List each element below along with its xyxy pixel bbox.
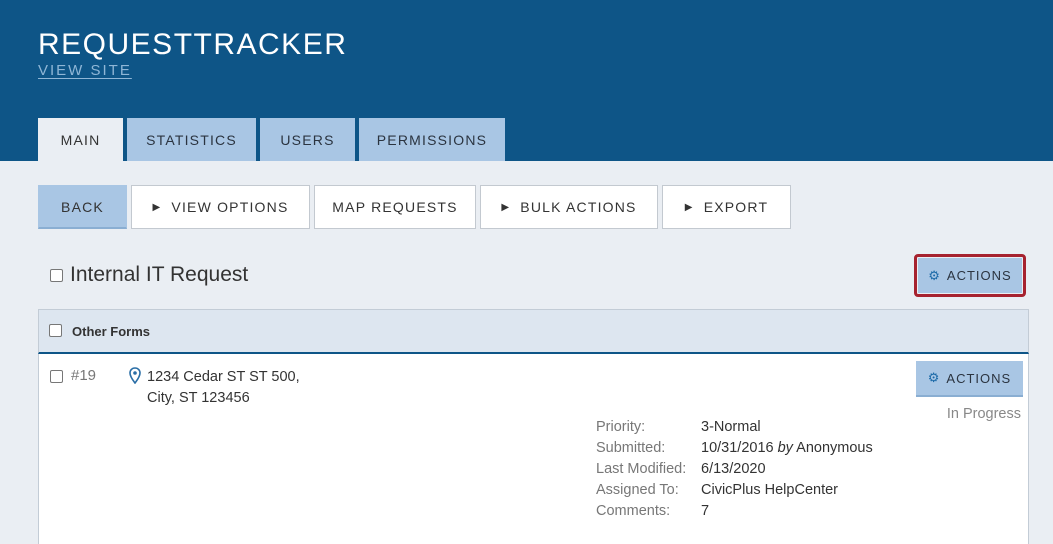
comments-label: Comments:	[596, 503, 671, 519]
address-line-1: 1234 Cedar ST ST 500,	[147, 369, 300, 385]
toolbar: BACK ▶ VIEW OPTIONS MAP REQUESTS ▶ BULK …	[38, 185, 795, 229]
view-options-button[interactable]: ▶ VIEW OPTIONS	[131, 185, 310, 229]
assigned-label: Assigned To:	[596, 482, 679, 498]
item-actions-label: ACTIONS	[946, 370, 1012, 386]
submitted-by: Anonymous	[796, 440, 873, 456]
main-tabs: MAIN STATISTICS USERS PERMISSIONS	[38, 118, 509, 161]
expand-triangle-icon: ▶	[684, 201, 694, 213]
form-title: Internal IT Request	[70, 263, 249, 286]
tab-statistics[interactable]: STATISTICS	[127, 118, 256, 161]
gear-icon: ⚙	[927, 370, 941, 385]
assigned-value: CivicPlus HelpCenter	[701, 482, 838, 498]
map-requests-button[interactable]: MAP REQUESTS	[314, 185, 476, 229]
request-details: Priority: 3-Normal Submitted: 10/31/2016…	[596, 417, 873, 522]
address-line-2: City, ST 123456	[147, 390, 250, 406]
submitted-by-word: by	[777, 440, 793, 456]
map-requests-label: MAP REQUESTS	[332, 199, 458, 215]
form-select-checkbox[interactable]	[50, 269, 63, 282]
export-button[interactable]: ▶ EXPORT	[662, 185, 791, 229]
app-title: REQUESTTRACKER	[38, 28, 348, 61]
submitted-date: 10/31/2016	[701, 440, 774, 456]
request-address: 1234 Cedar ST ST 500, City, ST 123456	[147, 367, 300, 409]
group-label: Other Forms	[72, 324, 151, 339]
item-actions-button[interactable]: ⚙ ACTIONS	[916, 361, 1023, 397]
back-button[interactable]: BACK	[38, 185, 127, 229]
map-pin-icon	[129, 367, 141, 389]
export-label: EXPORT	[703, 199, 769, 215]
comments-value: 7	[701, 503, 710, 519]
tab-users[interactable]: USERS	[260, 118, 355, 161]
actions-highlight-outline: ⚙ ACTIONS	[914, 254, 1026, 297]
bulk-actions-button[interactable]: ▶ BULK ACTIONS	[480, 185, 658, 229]
app-header: REQUESTTRACKER VIEW SITE MAIN STATISTICS…	[0, 0, 1053, 161]
list-group-header: Other Forms	[38, 309, 1029, 354]
list-item: #19 1234 Cedar ST ST 500, City, ST 12345…	[38, 354, 1029, 544]
form-actions-label: ACTIONS	[946, 268, 1012, 283]
form-actions-button[interactable]: ⚙ ACTIONS	[918, 258, 1022, 293]
gear-icon: ⚙	[928, 267, 941, 283]
expand-triangle-icon: ▶	[152, 201, 162, 213]
priority-value: 3-Normal	[701, 419, 761, 435]
modified-value: 6/13/2020	[701, 461, 766, 477]
bulk-actions-label: BULK ACTIONS	[520, 199, 637, 215]
status-text: In Progress	[946, 406, 1021, 422]
priority-label: Priority:	[596, 419, 646, 435]
back-button-label: BACK	[61, 198, 104, 215]
tab-main[interactable]: MAIN	[38, 118, 123, 161]
request-number[interactable]: #19	[71, 367, 96, 384]
submitted-label: Submitted:	[596, 440, 666, 456]
item-select-checkbox[interactable]	[50, 370, 63, 383]
submitted-value: 10/31/2016 by Anonymous	[701, 438, 873, 459]
view-options-label: VIEW OPTIONS	[171, 199, 289, 215]
expand-triangle-icon: ▶	[501, 201, 511, 213]
tab-permissions[interactable]: PERMISSIONS	[359, 118, 505, 161]
view-site-link[interactable]: VIEW SITE	[38, 62, 132, 79]
modified-label: Last Modified:	[596, 461, 687, 477]
select-all-checkbox[interactable]	[49, 324, 62, 337]
